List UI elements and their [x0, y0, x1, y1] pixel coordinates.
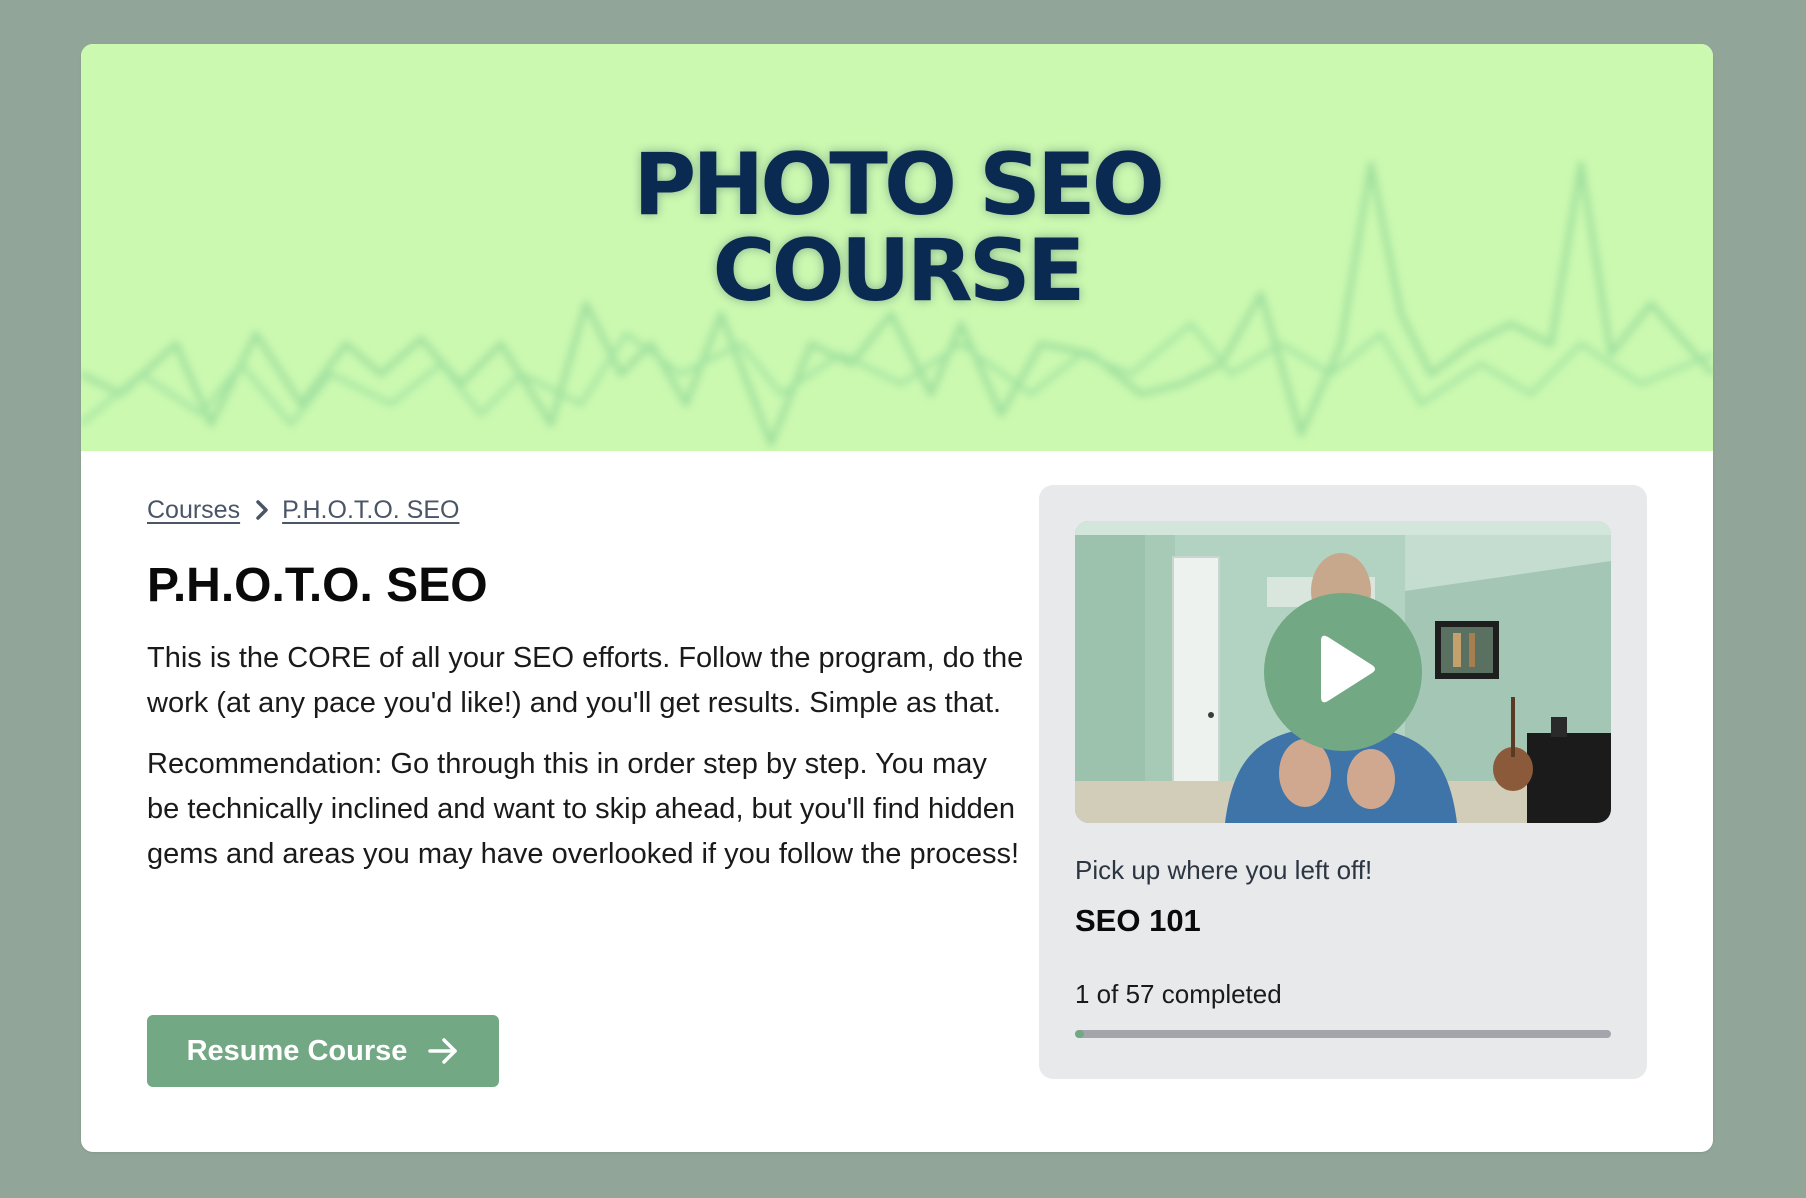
breadcrumb-link-course[interactable]: P.H.O.T.O. SEO [282, 496, 459, 525]
breadcrumb-link-courses[interactable]: Courses [147, 496, 240, 525]
lesson-title: SEO 101 [1075, 903, 1201, 938]
progress-text: 1 of 57 completed [1075, 979, 1282, 1009]
resume-panel: Pick up where you left off! SEO 101 1 of… [1039, 485, 1647, 1079]
banner-title-line-1: PHOTO SEO [633, 135, 1165, 235]
play-icon [1321, 635, 1375, 703]
pickup-text: Pick up where you left off! [1075, 855, 1373, 885]
banner-title: PHOTO SEO COURSE [81, 142, 1713, 314]
course-banner: PHOTO SEO COURSE [81, 44, 1713, 451]
play-button[interactable] [1264, 593, 1422, 751]
breadcrumb: Courses P.H.O.T.O. SEO [147, 490, 1027, 530]
course-recommendation: Recommendation: Go through this in order… [147, 748, 1020, 870]
progress-bar [1075, 1030, 1611, 1038]
banner-title-line-2: COURSE [712, 221, 1086, 321]
course-title: P.H.O.T.O. SEO [147, 559, 488, 612]
course-card: PHOTO SEO COURSE Courses P.H.O.T.O. SEO … [81, 44, 1713, 1152]
arrow-right-icon [428, 1038, 458, 1064]
course-description: This is the CORE of all your SEO efforts… [147, 642, 1024, 719]
resume-course-label: Resume Course [186, 1034, 408, 1067]
progress-bar-fill [1075, 1030, 1085, 1038]
video-thumbnail[interactable] [1075, 521, 1611, 823]
chevron-right-icon [256, 500, 268, 520]
resume-course-button[interactable]: Resume Course [147, 1015, 499, 1087]
course-info: Courses P.H.O.T.O. SEO P.H.O.T.O. SEO Th… [147, 490, 1027, 877]
